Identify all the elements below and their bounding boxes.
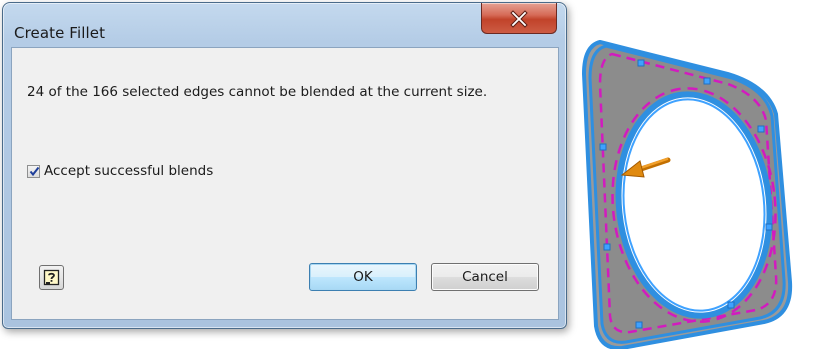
cancel-button[interactable]: Cancel (431, 263, 539, 291)
help-icon (43, 269, 60, 286)
accept-blends-option[interactable]: Accept successful blends (27, 163, 213, 179)
part-3d-viewport[interactable] (578, 34, 823, 349)
close-button[interactable] (481, 3, 557, 34)
part-model (581, 39, 793, 349)
close-icon (510, 10, 528, 28)
title-bar[interactable]: Create Fillet (3, 3, 566, 42)
error-message: 24 of the 166 selected edges cannot be b… (27, 84, 488, 100)
accept-blends-checkbox[interactable] (27, 164, 40, 178)
help-button[interactable] (39, 265, 64, 290)
screen: Create Fillet 24 of the 166 selected edg… (0, 0, 825, 349)
accept-blends-label[interactable]: Accept successful blends (44, 163, 213, 179)
dialog-title: Create Fillet (14, 24, 106, 42)
ok-button[interactable]: OK (309, 263, 417, 291)
checkmark-icon (29, 166, 40, 176)
create-fillet-dialog: Create Fillet 24 of the 166 selected edg… (2, 2, 567, 329)
dialog-content: 24 of the 166 selected edges cannot be b… (11, 47, 559, 320)
